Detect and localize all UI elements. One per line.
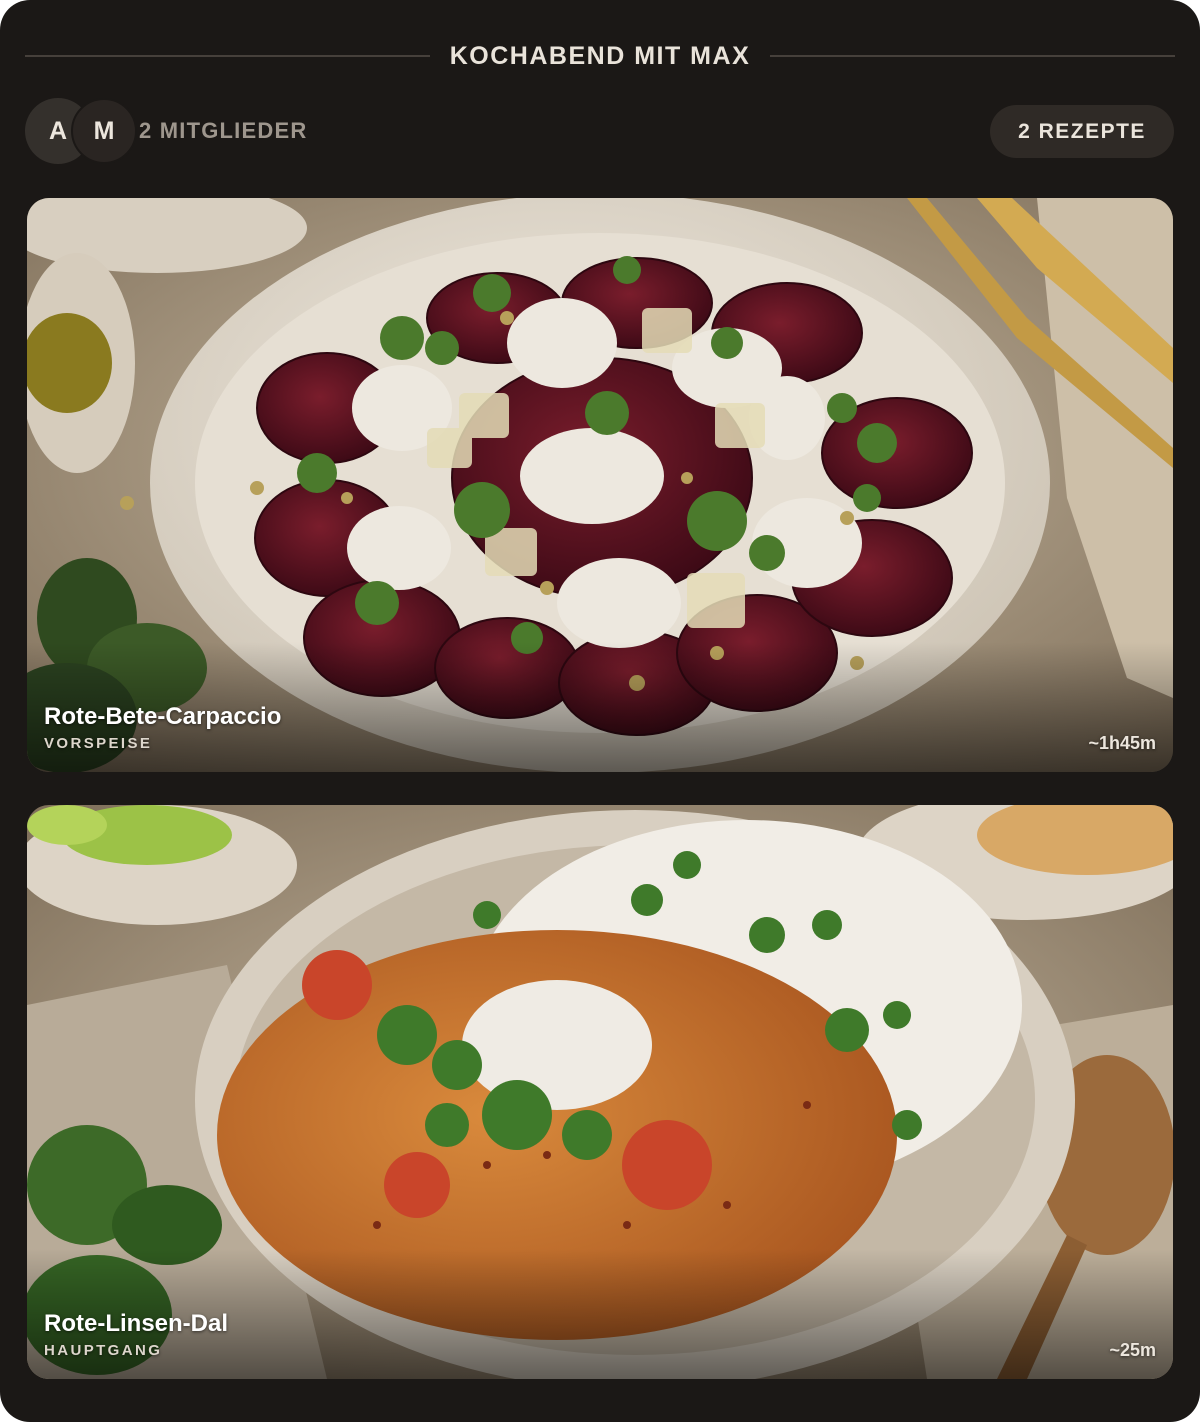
recipe-time: ~1h45m (1088, 733, 1156, 753)
recipe-name: Rote-Bete-Carpaccio (44, 703, 282, 730)
header-rule-left (25, 55, 430, 57)
members-count-label: 2 MITGLIEDER (139, 118, 308, 143)
members-row[interactable]: A M 2 MITGLIEDER (25, 98, 307, 164)
recipe-card[interactable]: Rote-Bete-Carpaccio VORSPEISE ~1h45m (27, 198, 1173, 772)
header-rule-right (770, 55, 1175, 57)
recipe-name: Rote-Linsen-Dal (44, 1310, 229, 1337)
recipe-course: VORSPEISE (44, 735, 153, 752)
recipe-count-badge[interactable]: 2 REZEPTE (990, 105, 1174, 158)
cooking-night-panel: KOCHABEND MIT MAX A M 2 MITGLIEDER 2 REZ… (0, 0, 1200, 1422)
avatar-m[interactable]: M (71, 98, 137, 164)
page-title: KOCHABEND MIT MAX (449, 41, 751, 70)
recipe-time: ~25m (1109, 1340, 1156, 1360)
header: KOCHABEND MIT MAX (25, 36, 1175, 76)
recipe-card[interactable]: Rote-Linsen-Dal HAUPTGANG ~25m (27, 805, 1173, 1379)
recipe-course: HAUPTGANG (44, 1342, 163, 1359)
